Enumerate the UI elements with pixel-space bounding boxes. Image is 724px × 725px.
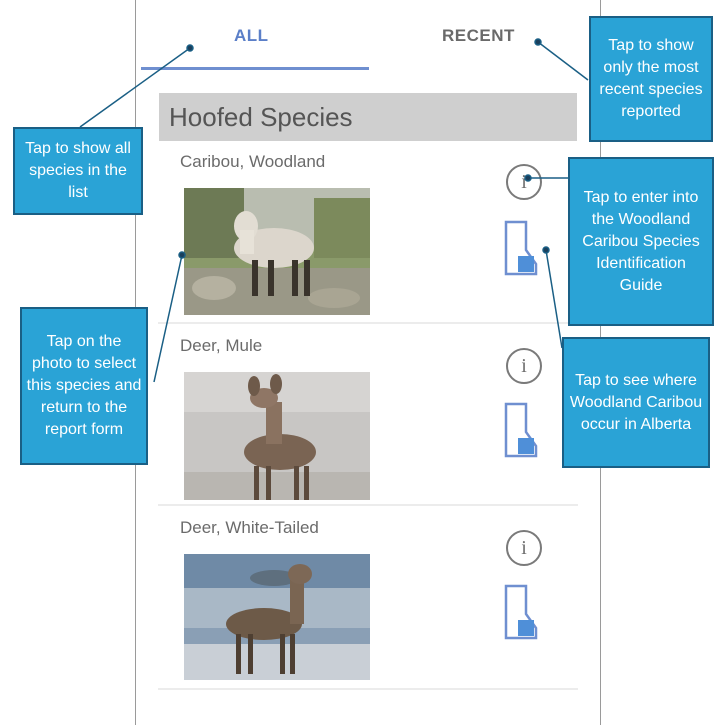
callout-recent-tab: Tap to show only the most recent species… — [589, 16, 713, 142]
callout-all-tab: Tap to show all species in the list — [13, 127, 143, 215]
callout-info: Tap to enter into the Woodland Caribou S… — [568, 157, 714, 326]
callout-photo: Tap on the photo to select this species … — [20, 307, 148, 465]
callout-map: Tap to see where Woodland Caribou occur … — [562, 337, 710, 468]
